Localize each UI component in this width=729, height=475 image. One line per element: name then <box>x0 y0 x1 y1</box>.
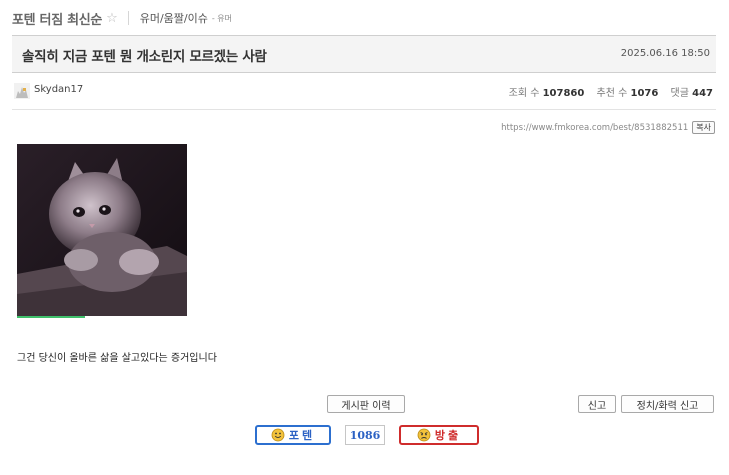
post-title: 솔직히 지금 포텐 뭔 개소린지 모르겠는 사람 <box>22 49 267 65</box>
report-button[interactable]: 신고 <box>578 395 616 413</box>
vote-up-button[interactable]: 포텐 <box>255 425 331 445</box>
category-link[interactable]: 유머/움짤/이슈 <box>140 10 208 26</box>
copy-url-button[interactable]: 복사 <box>692 121 715 134</box>
url-row: https://www.fmkorea.com/best/8531882511 … <box>501 121 715 134</box>
vote-row: 포텐 1086 방출 <box>0 425 729 447</box>
smile-face-icon <box>271 428 285 442</box>
recommend-label: 추천 수 <box>596 88 628 99</box>
divider <box>127 11 129 25</box>
vote-up-label: 포텐 <box>288 429 316 442</box>
post-date: 2025.06.16 18:50 <box>620 48 710 59</box>
post-title-bar: 솔직히 지금 포텐 뭔 개소린지 모르겠는 사람 2025.06.16 18:5… <box>12 36 716 73</box>
vote-down-button[interactable]: 방출 <box>399 425 479 445</box>
political-report-button[interactable]: 정치/화력 신고 <box>621 395 714 413</box>
board-title[interactable]: 포텐 터짐 최신순 <box>12 9 102 28</box>
author-row: Skydan17 조회 수 107860 추천 수 1076 댓글 447 <box>12 73 716 110</box>
post-stats: 조회 수 107860 추천 수 1076 댓글 447 <box>509 84 713 99</box>
gif-progress-bar <box>17 316 85 318</box>
vote-count: 1086 <box>345 425 385 445</box>
comments-label[interactable]: 댓글 <box>671 88 689 99</box>
post-image[interactable] <box>17 144 187 316</box>
board-header: 포텐 터짐 최신순 ☆ 유머/움짤/이슈 - 유머 <box>12 9 232 28</box>
post-url[interactable]: https://www.fmkorea.com/best/8531882511 <box>501 123 688 133</box>
author-name[interactable]: Skydan17 <box>34 84 83 95</box>
vote-down-label: 방출 <box>434 429 462 442</box>
avatar[interactable] <box>14 83 30 99</box>
angry-face-icon <box>417 428 431 442</box>
views-count: 107860 <box>542 88 585 99</box>
star-icon[interactable]: ☆ <box>106 11 118 26</box>
board-history-button[interactable]: 게시판 이력 <box>327 395 405 413</box>
post-body-text: 그건 당신이 올바른 삶을 살고있다는 증거입니다 <box>17 353 217 364</box>
recommend-count: 1076 <box>630 88 659 99</box>
subcategory-label[interactable]: - 유머 <box>212 13 232 24</box>
comments-count[interactable]: 447 <box>692 88 713 99</box>
views-label: 조회 수 <box>508 88 540 99</box>
